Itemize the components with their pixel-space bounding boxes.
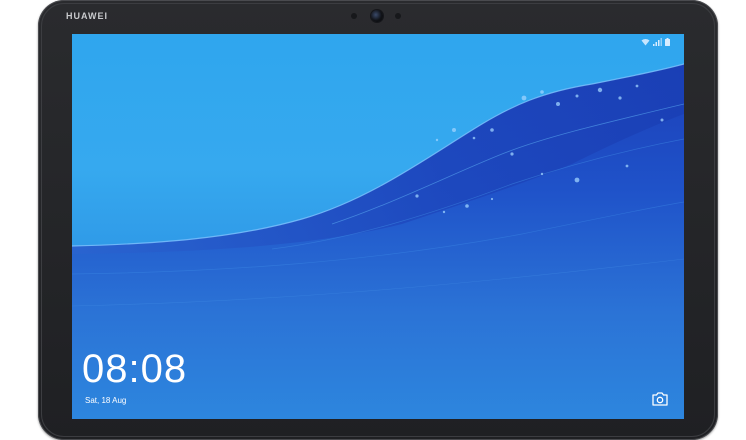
front-camera <box>371 10 383 22</box>
lockscreen-clock: 08:08 <box>82 347 188 391</box>
camera-icon[interactable] <box>652 392 668 406</box>
signal-icon <box>653 38 662 46</box>
proximity-sensor <box>395 13 401 19</box>
tablet-device: HUAWEI 08:08 Sat, 18 Aug <box>38 0 718 440</box>
light-sensor <box>351 13 357 19</box>
lockscreen-date: Sat, 18 Aug <box>85 396 127 405</box>
wifi-icon <box>641 38 650 46</box>
lock-screen[interactable]: 08:08 Sat, 18 Aug <box>72 34 684 419</box>
battery-icon <box>665 38 670 46</box>
brand-logo: HUAWEI <box>66 11 108 21</box>
status-bar <box>641 38 670 46</box>
